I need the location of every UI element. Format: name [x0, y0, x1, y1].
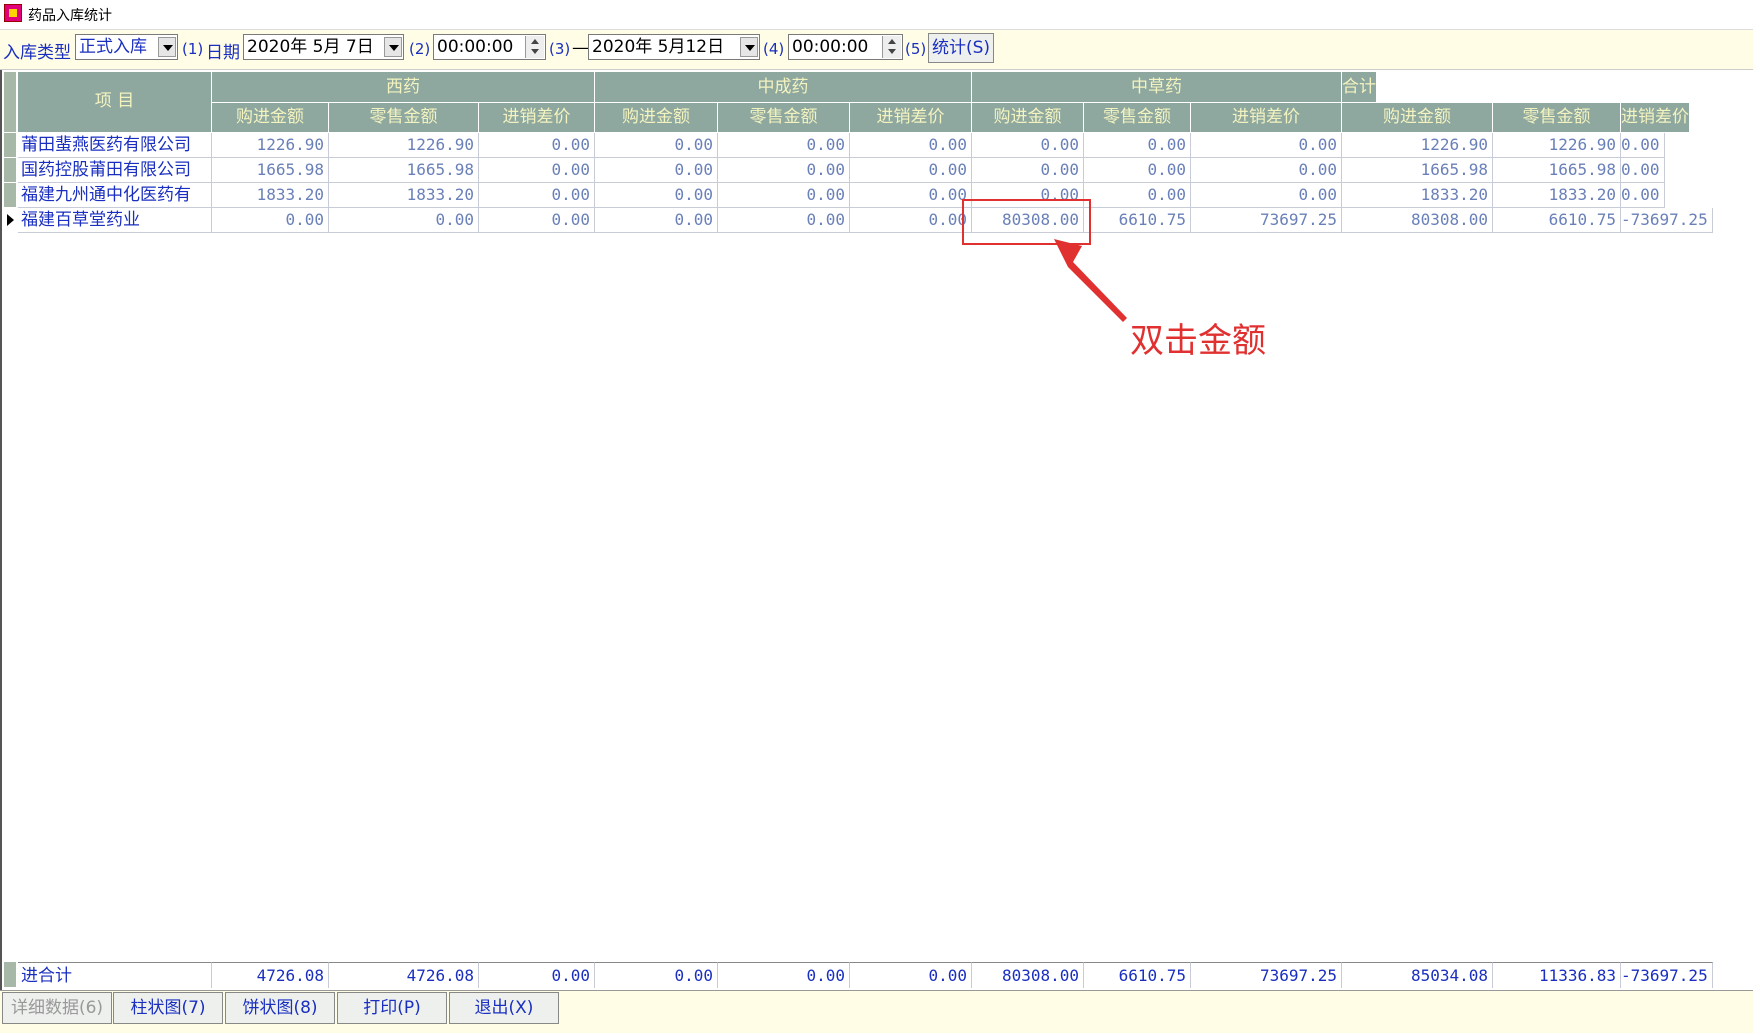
exit-button[interactable]: 退出(X) [449, 992, 559, 1024]
bottom-bar: 详细数据(6) 柱状图(7) 饼状图(8) 打印(P) 退出(X) [0, 990, 1753, 1033]
annotation-arrow [1054, 239, 1127, 322]
print-button[interactable]: 打印(P) [337, 992, 447, 1024]
annotation-text: 双击金额 [1130, 321, 1266, 361]
pie-chart-button[interactable]: 饼状图(8) [225, 992, 335, 1024]
bar-chart-button[interactable]: 柱状图(7) [113, 992, 223, 1024]
detail-button[interactable]: 详细数据(6) [2, 992, 112, 1024]
arrow-icon [1054, 239, 1127, 322]
